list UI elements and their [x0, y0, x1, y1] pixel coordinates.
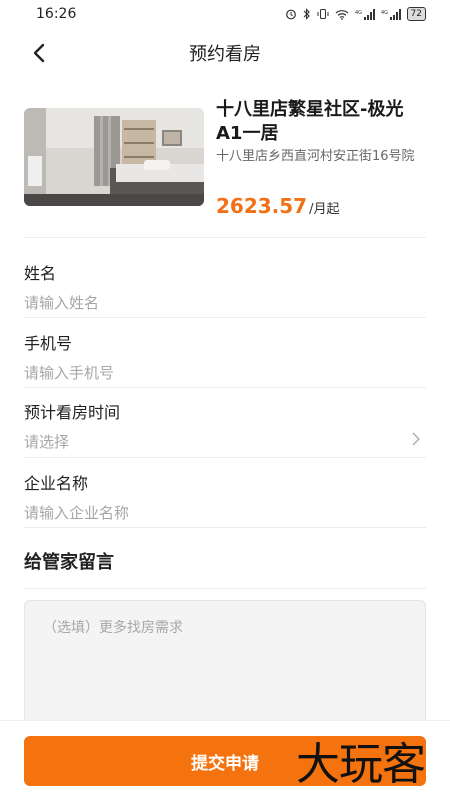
page-title: 预约看房: [189, 44, 261, 65]
nav-bar: 预约看房: [0, 30, 450, 76]
status-bar: 16:26 4G 4G 72: [0, 0, 450, 28]
status-time: 16:26: [36, 6, 77, 22]
divider: [24, 457, 426, 458]
svg-text:4G: 4G: [381, 10, 388, 16]
price-unit: /月起: [309, 202, 340, 217]
phone-label: 手机号: [24, 334, 73, 353]
name-input[interactable]: 请输入姓名: [24, 292, 99, 313]
divider: [24, 527, 426, 528]
listing-card[interactable]: 十八里店繁星社区-极光A1一居 十八里店乡西直河村安正街16号院 2623.57…: [24, 98, 426, 218]
name-field[interactable]: 姓名 请输入姓名: [24, 260, 426, 318]
signal-icon-2: 4G: [381, 8, 401, 20]
viewing-time-field[interactable]: 预计看房时间 请选择: [24, 399, 426, 457]
divider: [24, 387, 426, 388]
vibrate-icon: [317, 9, 329, 19]
chevron-right-icon: [412, 432, 420, 446]
divider: [24, 317, 426, 318]
divider: [24, 237, 426, 238]
viewing-time-select[interactable]: 请选择: [24, 431, 69, 452]
company-field[interactable]: 企业名称 请输入企业名称: [24, 470, 426, 528]
listing-address: 十八里店乡西直河村安正街16号院: [216, 149, 415, 164]
bluetooth-icon: [303, 8, 310, 20]
divider: [24, 588, 426, 589]
back-button[interactable]: [24, 38, 54, 68]
listing-photo: [24, 108, 204, 206]
message-section-title: 给管家留言: [24, 552, 114, 573]
phone-input[interactable]: 请输入手机号: [24, 362, 114, 383]
phone-field[interactable]: 手机号 请输入手机号: [24, 330, 426, 388]
signal-icon: 4G: [355, 8, 375, 20]
viewing-time-label: 预计看房时间: [24, 403, 121, 422]
company-label: 企业名称: [24, 474, 89, 493]
listing-price: 2623.57: [216, 194, 308, 218]
name-label: 姓名: [24, 264, 57, 283]
svg-text:4G: 4G: [355, 10, 362, 16]
price-row: 2623.57 /月起: [216, 194, 339, 218]
battery-indicator: 72: [406, 7, 426, 21]
submit-button[interactable]: 提交申请: [24, 736, 426, 786]
company-input[interactable]: 请输入企业名称: [24, 502, 129, 523]
listing-title: 十八里店繁星社区-极光A1一居: [216, 99, 404, 144]
status-icons: 4G 4G 72: [285, 7, 426, 21]
wifi-icon: [335, 9, 348, 20]
alarm-icon: [285, 9, 296, 20]
chevron-left-icon: [33, 43, 45, 63]
